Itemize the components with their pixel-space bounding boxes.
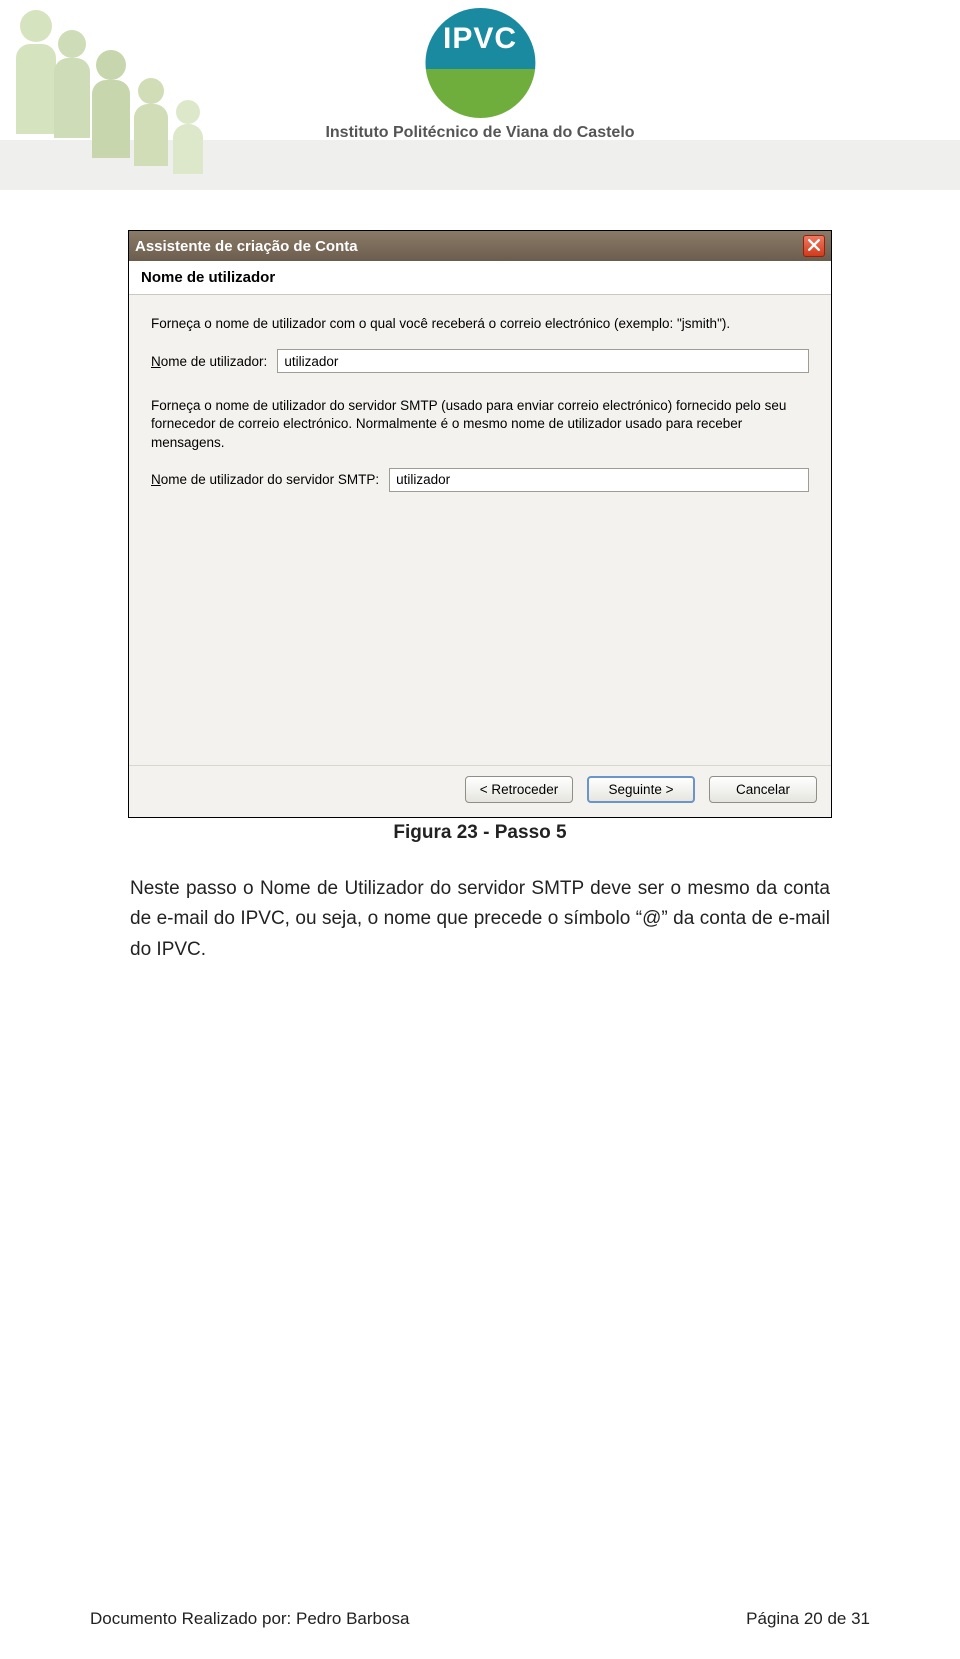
section-title: Nome de utilizador <box>129 261 831 295</box>
instruction-2: Forneça o nome de utilizador do servidor… <box>151 397 809 452</box>
figure-caption: Figura 23 - Passo 5 <box>0 822 960 844</box>
smtp-username-label: Nome de utilizador do servidor SMTP: <box>151 472 379 487</box>
close-icon <box>808 238 820 255</box>
back-button[interactable]: < Retroceder <box>465 776 573 803</box>
smtp-username-input[interactable] <box>389 468 809 492</box>
cancel-button[interactable]: Cancelar <box>709 776 817 803</box>
logo-circle: IPVC <box>425 8 535 118</box>
logo-letters: IPVC <box>425 22 535 56</box>
page-footer: Documento Realizado por: Pedro Barbosa P… <box>90 1609 870 1629</box>
dialog-title: Assistente de criação de Conta <box>135 238 358 255</box>
username-label: Nome de utilizador: <box>151 354 267 369</box>
next-button[interactable]: Seguinte > <box>587 776 695 803</box>
body-paragraph: Neste passo o Nome de Utilizador do serv… <box>130 874 830 965</box>
footer-page-number: Página 20 de 31 <box>746 1609 870 1629</box>
close-button[interactable] <box>803 235 825 257</box>
dialog-body: Forneça o nome de utilizador com o qual … <box>129 295 831 765</box>
instruction-1: Forneça o nome de utilizador com o qual … <box>151 315 809 333</box>
account-wizard-dialog: Assistente de criação de Conta Nome de u… <box>128 230 832 818</box>
username-input[interactable] <box>277 349 809 373</box>
dialog-button-row: < Retroceder Seguinte > Cancelar <box>129 765 831 817</box>
smtp-username-field-row: Nome de utilizador do servidor SMTP: <box>151 468 809 492</box>
footer-author: Documento Realizado por: Pedro Barbosa <box>90 1609 409 1629</box>
people-silhouette-graphic <box>0 0 260 200</box>
institute-name: Instituto Politécnico de Viana do Castel… <box>325 124 634 142</box>
page-header: IPVC Instituto Politécnico de Viana do C… <box>0 0 960 200</box>
dialog-titlebar: Assistente de criação de Conta <box>129 231 831 261</box>
username-field-row: Nome de utilizador: <box>151 349 809 373</box>
logo: IPVC Instituto Politécnico de Viana do C… <box>325 8 634 142</box>
